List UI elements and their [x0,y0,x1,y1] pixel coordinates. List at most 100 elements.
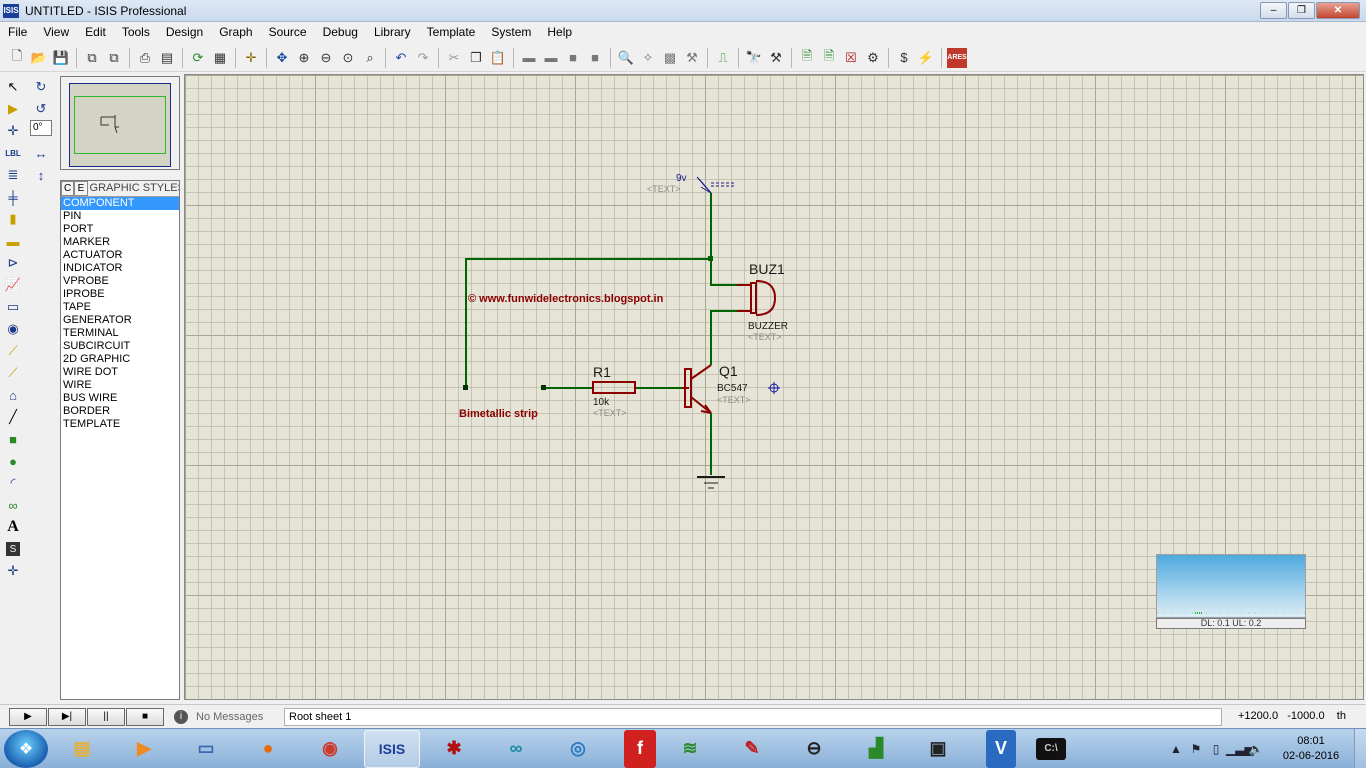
rotation-angle-input[interactable]: 0° [30,120,52,136]
bimetallic-strip-terminal-b[interactable] [541,385,546,390]
search-tag-icon[interactable]: 🔭 [744,48,764,68]
redo-icon[interactable]: ↷ [413,48,433,68]
overview-window[interactable] [60,76,180,170]
device-pin-icon[interactable]: ⊳ [2,252,24,274]
media-player-taskbar-icon[interactable]: ▶ [116,730,172,768]
zoom-in-icon[interactable]: ⊕ [294,48,314,68]
selector-item-tape[interactable]: TAPE [61,301,179,314]
selector-item-actuator[interactable]: ACTUATOR [61,249,179,262]
junction-dot-icon[interactable]: ✛ [2,120,24,142]
transistor-component[interactable]: Q1 BC547 <TEXT> [682,363,751,414]
selector-item-subcircuit[interactable]: SUBCIRCUIT [61,340,179,353]
pen-tool-taskbar-icon[interactable]: ✎ [724,730,780,768]
selector-item-indicator[interactable]: INDICATOR [61,262,179,275]
ground-terminal[interactable] [697,476,725,489]
grid-icon[interactable]: ▦ [210,48,230,68]
open-icon[interactable]: 📂 [29,48,49,68]
menu-design[interactable]: Design [158,22,211,42]
bus-icon[interactable]: ╪ [2,186,24,208]
text-icon[interactable]: A [2,516,24,538]
selector-item-vprobe[interactable]: VPROBE [61,275,179,288]
save-icon[interactable]: 💾 [51,48,71,68]
graph-tool-taskbar-icon[interactable]: ▟ [848,730,904,768]
menu-library[interactable]: Library [366,22,419,42]
selector-item-component[interactable]: COMPONENT [61,197,179,210]
zoom-out-icon[interactable]: ⊖ [316,48,336,68]
menu-view[interactable]: View [35,22,77,42]
graph-icon[interactable]: 📈 [2,274,24,296]
undo-icon[interactable]: ↶ [391,48,411,68]
property-assign-icon[interactable]: ⚒ [766,48,786,68]
cut-icon[interactable]: ✂ [444,48,464,68]
bimetallic-strip-terminal-a[interactable] [463,385,468,390]
selector-item-template[interactable]: TEMPLATE [61,418,179,431]
current-probe-icon[interactable]: ⟋ [2,362,24,384]
explorer-taskbar-icon[interactable]: ▤ [54,730,110,768]
zoom-area-icon[interactable]: ⌕ [360,48,380,68]
path-icon[interactable]: ∞ [2,494,24,516]
step-button[interactable]: ▶| [48,707,86,726]
chip-taskbar-icon[interactable]: ▣ [910,730,966,768]
bill-of-materials-icon[interactable]: ⚙ [863,48,883,68]
tape-recorder-icon[interactable]: ▭ [2,296,24,318]
cmd-taskbar-icon[interactable]: C:\ [1036,737,1066,760]
symbol-icon[interactable]: S [6,542,20,556]
network-taskbar-icon[interactable]: ◎ [550,730,606,768]
menu-edit[interactable]: Edit [77,22,114,42]
message-area[interactable]: i No Messages [174,709,263,724]
selector-item-generator[interactable]: GENERATOR [61,314,179,327]
wire-node-to-buzzer[interactable] [710,259,737,286]
subcircuit-icon[interactable]: ▮ [2,208,24,230]
box-icon[interactable]: ■ [2,428,24,450]
pause-button[interactable]: || [87,707,125,726]
menu-graph[interactable]: Graph [211,22,260,42]
import-icon[interactable]: ⧉ [82,48,102,68]
foxit-taskbar-icon[interactable]: f [624,729,656,768]
chrome-taskbar-icon[interactable]: ◉ [302,730,358,768]
selector-item-pin[interactable]: PIN [61,210,179,223]
junction-dot[interactable] [708,256,713,261]
network-signal-icon[interactable]: ▁▃▅ [1226,742,1254,756]
volume-icon[interactable]: 🔈 [1246,742,1266,756]
menu-system[interactable]: System [483,22,539,42]
menu-debug[interactable]: Debug [315,22,366,42]
block-rotate-icon[interactable]: ■ [563,48,583,68]
pick-device-icon[interactable]: 🔍 [616,48,636,68]
terminal-icon[interactable]: ▬ [2,230,24,252]
restore-button[interactable]: ❐ [1288,2,1315,19]
vivado-taskbar-icon[interactable]: V [986,729,1016,768]
block-copy-icon[interactable]: ▬ [519,48,539,68]
menu-template[interactable]: Template [419,22,484,42]
app-record-taskbar-icon[interactable]: ⊖ [786,730,842,768]
play-button[interactable]: ▶ [9,707,47,726]
clock[interactable]: 08:01 02-06-2016 [1274,734,1348,764]
rotate-anticlockwise-icon[interactable]: ↺ [30,98,52,120]
component-mode-icon[interactable]: ▶ [2,98,24,120]
selector-item-2d-graphic[interactable]: 2D GRAPHIC [61,353,179,366]
mirror-vertical-icon[interactable]: ↕ [30,164,52,186]
wire-to-bimetallic-strip[interactable] [465,258,711,388]
wire-autorouter-icon[interactable]: ⎍ [713,48,733,68]
show-desktop-button[interactable] [1354,729,1366,768]
wire-label-icon[interactable]: LBL [2,142,24,164]
device-icon[interactable]: ▯ [1206,742,1226,756]
ares-icon[interactable]: ARES [947,47,967,68]
pan-icon[interactable]: ✥ [272,48,292,68]
power-terminal[interactable]: 9v <TEXT> [647,173,735,194]
selector-item-marker[interactable]: MARKER [61,236,179,249]
overview-viewport[interactable] [74,96,166,154]
voltage-probe-icon[interactable]: ⟋ [2,340,24,362]
close-button[interactable]: ✕ [1316,2,1360,19]
buzzer-component[interactable]: BUZ1 BUZZER <TEXT> [737,261,788,342]
flag-icon[interactable]: ⚑ [1186,742,1206,756]
make-device-icon[interactable]: ✧ [638,48,658,68]
schematic-canvas[interactable]: 9v <TEXT> BUZ1 BUZZER <TEXT> R1 10k <TEX… [184,74,1364,700]
eagle-taskbar-icon[interactable]: ≋ [662,730,718,768]
wire-buzzer-to-collector[interactable] [710,310,737,365]
new-sheet-icon[interactable]: 🗎 [797,48,817,68]
remote-desktop-taskbar-icon[interactable]: ▭ [178,730,234,768]
start-button[interactable]: ❖ [4,729,48,768]
selection-mode-icon[interactable]: ↖ [2,76,24,98]
netlist-to-ares-icon[interactable]: ⚡ [916,48,936,68]
line-icon[interactable]: ╱ [2,406,24,428]
